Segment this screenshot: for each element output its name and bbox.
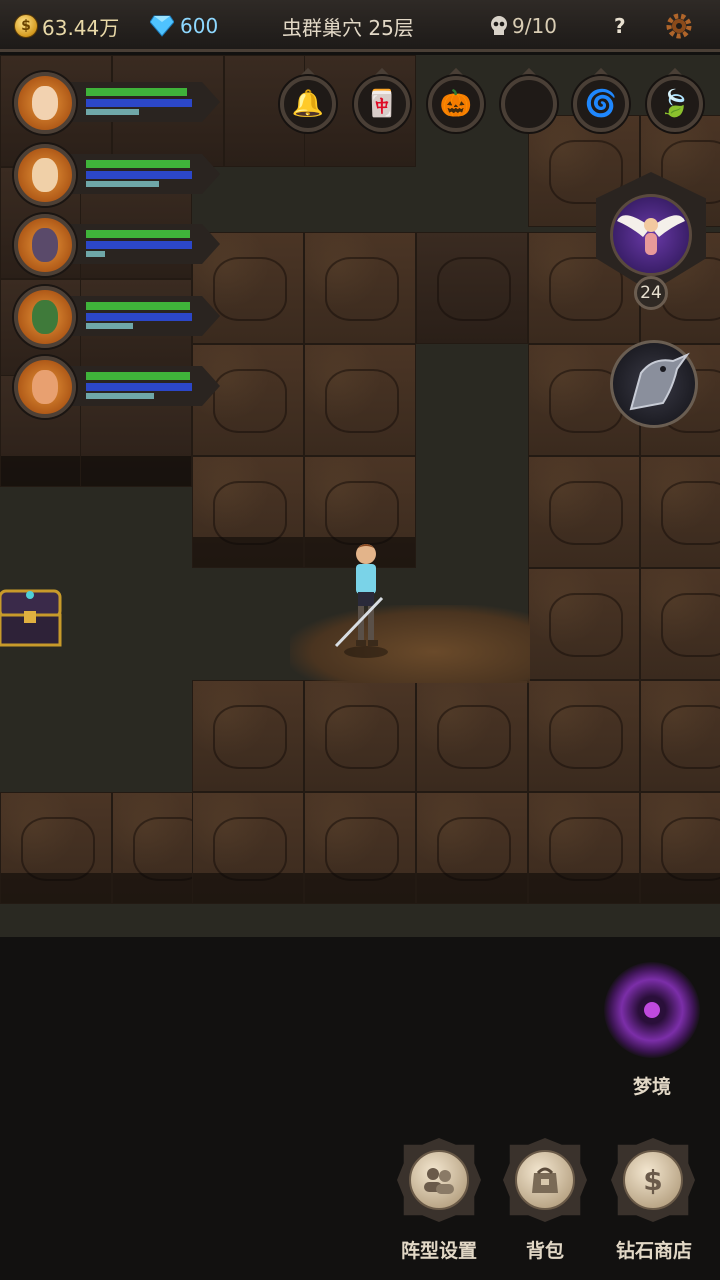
top-bar: $ 63.44万 600 虫群巢穴 25层 9/10 ? [0, 0, 720, 52]
mp-bar [86, 241, 192, 249]
dream-label: 梦境 [632, 1076, 671, 1098]
hero-portrait [14, 356, 76, 418]
crow-button[interactable] [610, 340, 698, 428]
diamond-icon [150, 15, 174, 37]
shop-label: 钻石商店 [615, 1240, 692, 1262]
wall-tile [640, 680, 720, 792]
wall-tile [304, 344, 416, 456]
empty-slot[interactable] [499, 67, 559, 146]
dream-portal-button[interactable] [604, 962, 700, 1058]
xp-bar [86, 181, 159, 187]
wall-tile [416, 232, 528, 344]
orb-icon: 🌀 [573, 76, 629, 132]
wall-tile [304, 680, 416, 792]
xp-bar [86, 323, 133, 329]
leaf-icon: 🍃 [647, 76, 703, 132]
wall-tile [528, 680, 640, 792]
wall-tile [304, 792, 416, 904]
gem-display: 600 [150, 0, 218, 52]
scroll-slot[interactable]: 🀄 [352, 67, 412, 146]
angel-icon [617, 215, 685, 255]
hero-portrait [14, 286, 76, 348]
mp-bar [86, 171, 192, 179]
xp-bar [86, 393, 154, 399]
location-title: 虫群巢穴 25层 [282, 0, 414, 52]
gold-coin-icon: $ [14, 14, 38, 38]
hp-bar [86, 230, 190, 238]
settings-button[interactable] [664, 0, 694, 52]
kill-counter: 9/10 [488, 0, 557, 52]
mp-bar [86, 383, 192, 391]
angel-level-badge: 24 [634, 276, 668, 310]
help-icon: ? [614, 14, 626, 38]
orb-slot[interactable]: 🌀 [571, 67, 631, 146]
mp-bar [86, 313, 192, 321]
portal-core-icon [644, 1002, 660, 1018]
scroll-icon: 🀄 [354, 76, 410, 132]
wall-tile [640, 792, 720, 904]
location-label: 虫群巢穴 25层 [282, 15, 414, 40]
wall-tile [416, 680, 528, 792]
wall-tile [528, 456, 640, 568]
dirt-patch [290, 605, 530, 683]
bag-icon [515, 1150, 575, 1210]
hero-portrait [14, 144, 76, 206]
wall-tile [192, 792, 304, 904]
party-member-5[interactable] [10, 352, 220, 422]
leaf-slot[interactable]: 🍃 [645, 67, 705, 146]
diamond-shop-button[interactable]: $ [611, 1138, 695, 1232]
wall-tile [640, 568, 720, 680]
bell-slot[interactable]: 🔔 [278, 67, 338, 146]
treasure-chest[interactable] [0, 585, 62, 651]
wall-tile [416, 792, 528, 904]
hero-portrait [14, 72, 76, 134]
skull-icon [491, 16, 507, 35]
help-button[interactable]: ? [614, 0, 626, 52]
party-member-2[interactable] [10, 140, 220, 210]
player-character [334, 544, 388, 658]
party-member-1[interactable] [10, 68, 220, 138]
dollar-icon: $ [623, 1150, 683, 1210]
crow-icon [629, 352, 690, 411]
xp-bar [86, 109, 139, 115]
kill-count: 9/10 [512, 14, 557, 38]
gold-amount: 63.44万 [42, 15, 120, 40]
pumpkin-slot[interactable]: 🎃 [426, 67, 486, 146]
gold-display: $ 63.44万 [14, 0, 119, 52]
wall-tile [192, 456, 304, 568]
hp-bar [86, 302, 190, 310]
hero-portrait [14, 214, 76, 276]
wall-tile [640, 456, 720, 568]
wall-tile [528, 792, 640, 904]
bell-icon: 🔔 [280, 76, 336, 132]
wall-tile [528, 568, 640, 680]
formation-button[interactable] [397, 1138, 481, 1232]
formation-label: 阵型设置 [400, 1240, 477, 1262]
formation-icon [409, 1150, 469, 1210]
angel-companion-button[interactable]: 24 [596, 172, 706, 312]
wall-tile [304, 232, 416, 344]
party-member-4[interactable] [10, 282, 220, 352]
hp-bar [86, 160, 190, 168]
party-member-3[interactable] [10, 210, 220, 280]
angel-portrait [610, 194, 692, 276]
gear-icon [666, 13, 692, 39]
xp-bar [86, 251, 105, 257]
wall-tile [192, 680, 304, 792]
mp-bar [86, 99, 192, 107]
pumpkin-icon: 🎃 [428, 76, 484, 132]
wall-tile [0, 792, 112, 904]
hp-bar [86, 372, 190, 380]
empty-slot-icon [501, 76, 557, 132]
bag-label: 背包 [525, 1240, 564, 1262]
bag-button[interactable] [503, 1138, 587, 1232]
hp-bar [86, 88, 187, 96]
gem-amount: 600 [180, 14, 219, 38]
